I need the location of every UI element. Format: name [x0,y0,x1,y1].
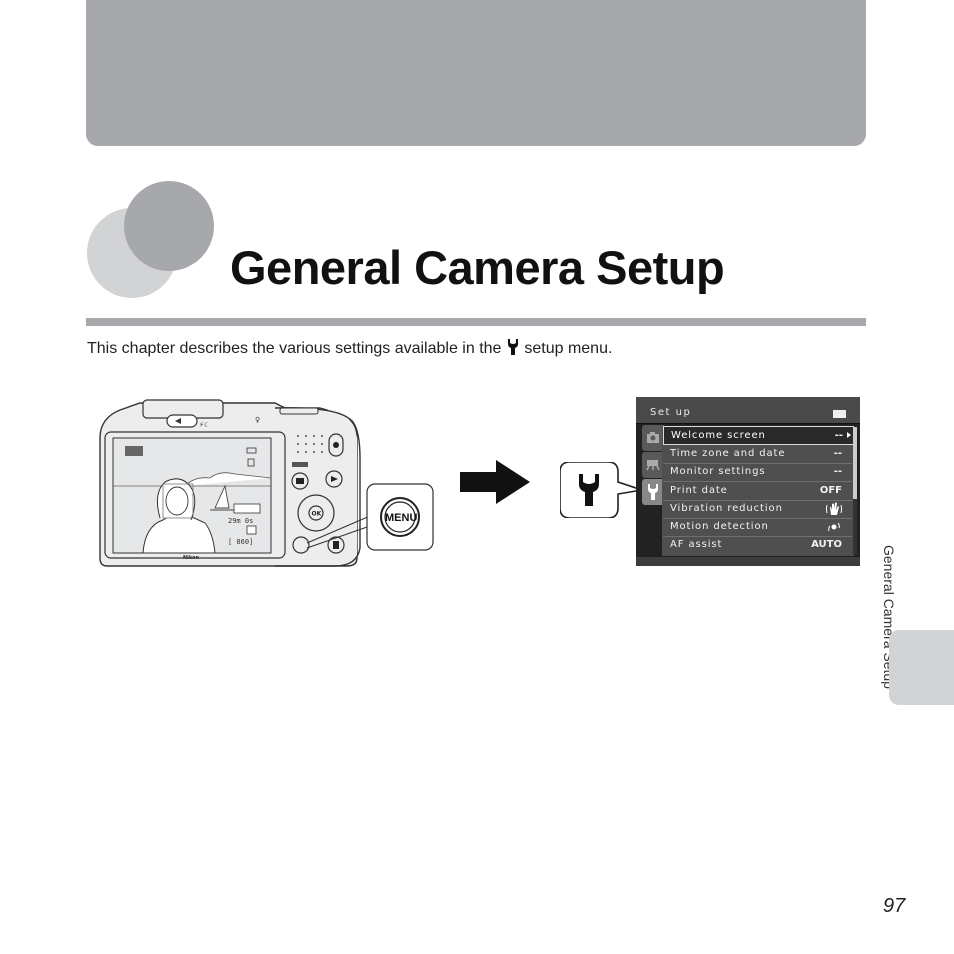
menu-item-time-zone-and-date[interactable]: Time zone and date -- [663,445,852,464]
side-chapter-tab [889,630,954,705]
setup-menu-screen: Set up Welcome screen -- Time zone and d… [636,397,860,566]
tab-shooting-menu[interactable] [642,425,664,451]
intro-text-before: This chapter describes the various setti… [87,340,502,357]
movie-camera-icon [646,460,660,471]
intro-text: This chapter describes the various setti… [87,339,612,358]
motion-detection-icon [828,522,840,532]
camera-illustration: ⚡☾ ♀ 29m 0s [ 860] Nikon OK MENU [99,399,434,567]
menu-title-bar: Set up [636,397,860,424]
setup-menu-list: Welcome screen -- Time zone and date -- … [662,426,854,556]
chevron-right-icon [847,432,851,438]
menu-item-welcome-screen[interactable]: Welcome screen -- [663,426,854,445]
battery-icon [833,410,846,418]
page-title: General Camera Setup [230,241,725,294]
decorative-circle-dark [124,181,214,271]
svg-text:OK: OK [312,511,322,518]
menu-item-print-date[interactable]: Print date OFF [663,482,852,501]
menu-item-af-assist[interactable]: AF assist AUTO [663,536,852,554]
intro-text-after: setup menu. [524,340,613,357]
title-rule [86,318,866,326]
svg-text:MENU: MENU [385,512,417,524]
menu-item-vibration-reduction[interactable]: Vibration reduction [663,500,852,519]
svg-text:♀: ♀ [255,416,260,424]
menu-button [292,536,310,554]
chapter-header-band [86,0,866,146]
wrench-callout [560,462,643,518]
menu-title: Set up [650,407,692,418]
menu-bottom-bar [636,557,860,566]
svg-text:⚡☾: ⚡☾ [199,421,210,429]
vr-hand-icon [826,502,842,515]
camera-icon [647,432,659,443]
menu-scrollbar[interactable] [853,427,857,555]
menu-item-monitor-settings[interactable]: Monitor settings -- [663,463,852,482]
wrench-icon [507,339,518,355]
page-number: 97 [883,895,906,917]
menu-item-motion-detection[interactable]: Motion detection [663,518,852,537]
svg-text:29m 0s: 29m 0s [228,517,253,525]
tab-movie-menu[interactable] [642,452,664,478]
right-arrow-icon [460,460,530,504]
svg-text:[ 860]: [ 860] [228,538,253,546]
wrench-icon [648,484,658,500]
menu-scrollbar-thumb[interactable] [853,427,857,499]
svg-text:Nikon: Nikon [183,555,200,561]
